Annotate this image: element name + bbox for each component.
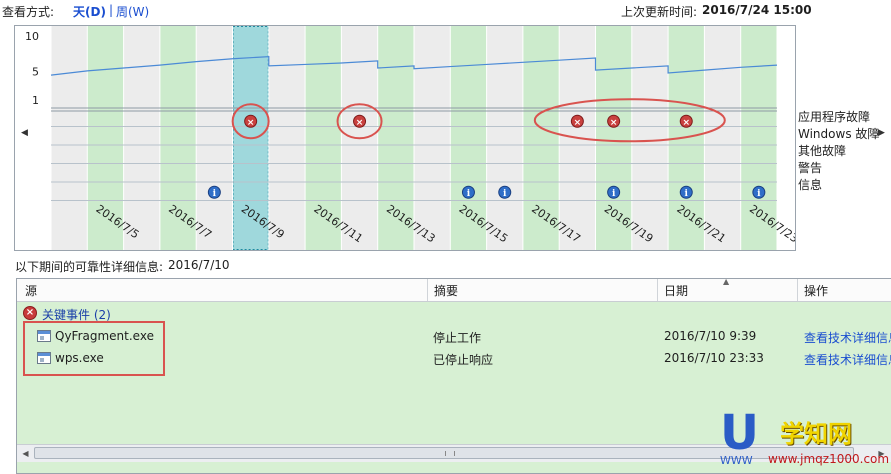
watermark-www: WWW [720,454,753,467]
last-updated-label: 上次更新时间: [621,3,697,20]
row-date: 2016/7/10 9:39 [664,329,756,343]
chart-legend: 应用程序故障 Windows 故障 其他故障 警告 信息 [798,109,879,194]
column-header-summary[interactable]: 摘要 [434,282,458,299]
info-i-glyph: i [467,189,471,199]
view-day-link[interactable]: 天(D) [73,3,106,20]
day-column[interactable] [487,26,523,250]
info-i-glyph: i [685,189,689,199]
day-column[interactable] [124,26,160,250]
watermark-url: www.jmqz1000.com [768,452,889,466]
legend-other-failure: 其他故障 [798,143,879,160]
view-separator: | [109,3,113,17]
details-title: 以下期间的可靠性详细信息: [15,258,163,275]
watermark-title: 学知网 [780,414,852,449]
y-tick-label: 1 [32,94,39,107]
error-x-glyph: × [247,118,255,128]
error-x-glyph: × [574,118,582,128]
legend-windows-failure: Windows 故障 [798,126,879,143]
day-column[interactable] [51,26,87,250]
error-x-glyph: × [356,118,364,128]
reliability-chart-svg[interactable]: 1051×××××iiiiii2016/7/52016/7/72016/7/92… [15,26,795,250]
view-technical-details-link[interactable]: 查看技术详细信息 [804,329,891,346]
details-date: 2016/7/10 [168,258,230,272]
y-tick-label: 10 [25,30,39,43]
watermark-logo: U [720,408,759,458]
view-toolbar: 查看方式: 天(D) | 周(W) 上次更新时间: 2016/7/24 15:0… [0,0,891,22]
info-i-glyph: i [213,189,217,199]
reliability-chart[interactable]: 1051×××××iiiiii2016/7/52016/7/72016/7/92… [14,25,796,251]
scroll-left-arrow-icon[interactable]: ◀ [19,447,32,460]
site-watermark: U 学知网 WWW www.jmqz1000.com [720,408,891,473]
error-icon: × [23,306,37,320]
row-summary: 已停止响应 [433,351,493,368]
day-column[interactable] [414,26,450,250]
legend-app-failure: 应用程序故障 [798,109,879,126]
error-x-glyph: × [682,118,690,128]
row-date: 2016/7/10 23:33 [664,351,764,365]
row-summary: 停止工作 [433,329,481,346]
grip-icon [445,451,455,456]
table-header: 源 摘要 日期 ▲ 操作 [17,279,891,302]
info-i-glyph: i [503,189,507,199]
error-x-glyph: × [610,118,618,128]
view-mode-label: 查看方式: [2,3,54,20]
view-technical-details-link[interactable]: 查看技术详细信息 [804,351,891,368]
column-header-date[interactable]: 日期 [664,282,688,299]
legend-warning: 警告 [798,160,879,177]
column-divider[interactable] [657,279,658,301]
column-divider[interactable] [797,279,798,301]
sort-indicator-icon: ▲ [723,278,729,286]
day-column[interactable] [269,26,305,250]
annotation-box [23,321,165,376]
legend-info: 信息 [798,177,879,194]
y-tick-label: 5 [32,66,39,79]
day-column[interactable] [632,26,668,250]
column-divider[interactable] [427,279,428,301]
column-header-action[interactable]: 操作 [804,282,828,299]
chart-scroll-left-button[interactable]: ◀ [21,128,28,138]
info-i-glyph: i [612,189,616,199]
column-header-source[interactable]: 源 [25,282,37,299]
day-column[interactable] [704,26,740,250]
last-updated-value: 2016/7/24 15:00 [702,3,812,17]
info-i-glyph: i [757,189,761,199]
view-week-link[interactable]: 周(W) [116,3,149,20]
